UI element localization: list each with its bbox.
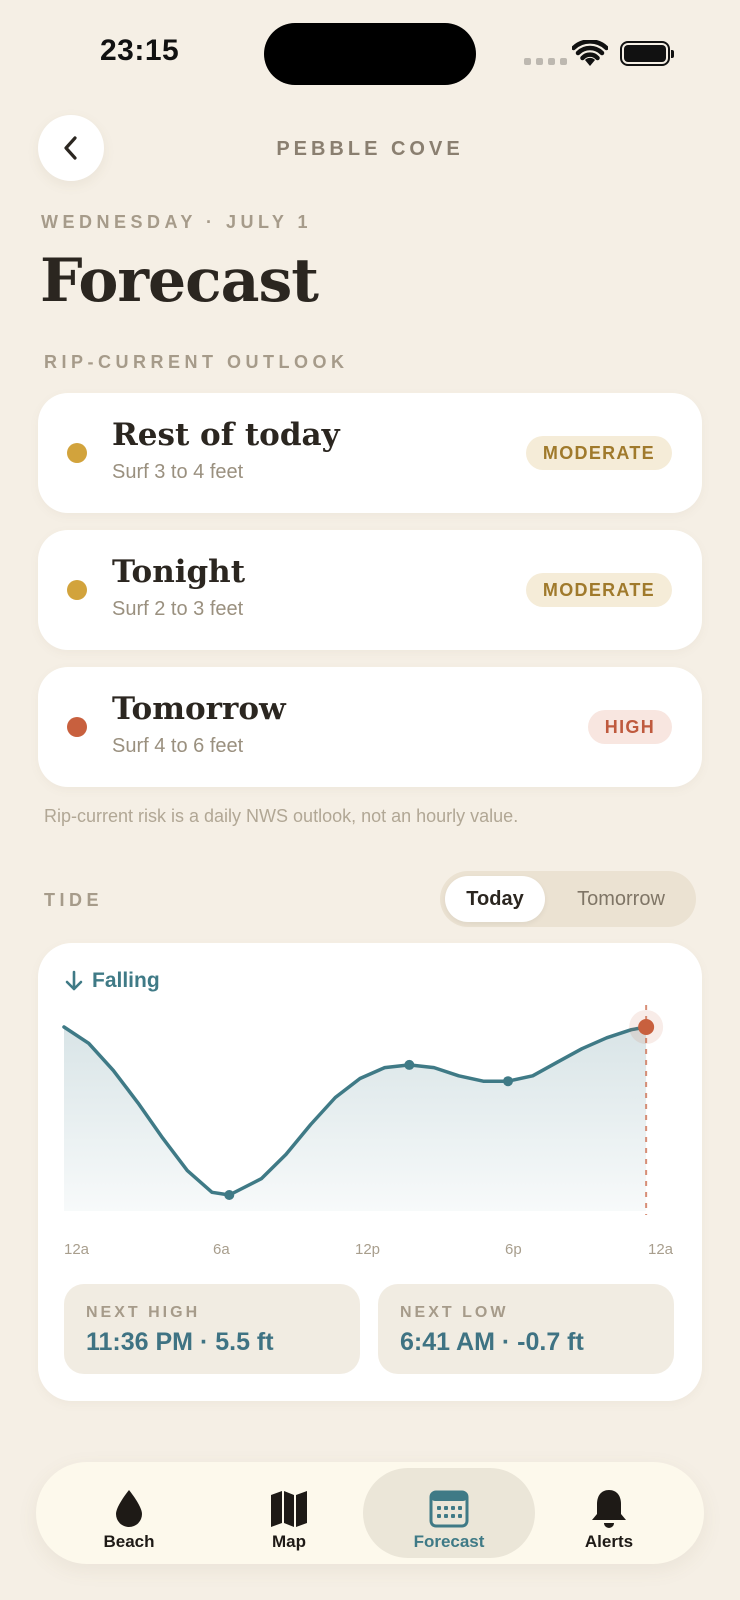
x-tick-label: 12a — [64, 1241, 90, 1258]
risk-badge: MODERATE — [525, 436, 672, 470]
status-time: 23:15 — [100, 34, 180, 67]
tab-label: Beach — [103, 1532, 155, 1551]
bell-icon — [592, 1490, 626, 1528]
tab-beach[interactable]: Beach — [43, 1468, 215, 1558]
battery-icon — [620, 41, 674, 66]
outlook-card-tomorrow[interactable]: Tomorrow Surf 4 to 6 feet HIGH — [38, 667, 702, 787]
next-low-card: NEXT LOW 6:41 AM · -0.7 ft — [378, 1284, 674, 1374]
toggle-tomorrow[interactable]: Tomorrow — [550, 876, 692, 922]
outlook-surf: Surf 4 to 6 feet — [112, 735, 244, 757]
day-toggle: Today Tomorrow — [440, 871, 696, 927]
tide-low-marker — [224, 1190, 235, 1200]
outlook-section-label: RIP-CURRENT OUTLOOK — [44, 352, 349, 372]
x-tick-label: 12a — [648, 1241, 674, 1258]
risk-dot — [67, 580, 87, 600]
wifi-icon — [572, 40, 608, 66]
dynamic-island — [264, 23, 476, 85]
outlook-surf: Surf 3 to 4 feet — [112, 461, 244, 483]
water-drop-icon — [116, 1490, 142, 1527]
outlook-note: Rip-current risk is a daily NWS outlook,… — [44, 806, 519, 826]
now-marker — [638, 1019, 655, 1035]
calendar-icon — [429, 1490, 469, 1528]
map-icon — [271, 1491, 307, 1527]
outlook-card-tonight[interactable]: Tonight Surf 2 to 3 feet MODERATE — [38, 530, 702, 650]
date-label: WEDNESDAY · JULY 1 — [41, 212, 313, 232]
risk-dot — [67, 443, 87, 463]
next-low-value: 6:41 AM · -0.7 ft — [400, 1328, 584, 1356]
tab-label: Map — [272, 1532, 306, 1551]
next-low-label: NEXT LOW — [400, 1304, 509, 1321]
risk-badge: HIGH — [587, 710, 672, 744]
page-title: Forecast — [40, 246, 319, 316]
outlook-period: Tomorrow — [112, 691, 286, 727]
tide-high-marker — [404, 1059, 415, 1070]
risk-badge: MODERATE — [525, 573, 672, 607]
toggle-today[interactable]: Today — [445, 876, 545, 922]
tide-low-marker — [503, 1076, 513, 1087]
tab-map[interactable]: Map — [203, 1468, 375, 1558]
x-tick-label: 12p — [355, 1241, 381, 1258]
outlook-period: Rest of today — [112, 417, 340, 453]
x-tick-label: 6p — [505, 1241, 522, 1258]
x-tick-label: 6a — [213, 1241, 230, 1258]
outlook-period: Tonight — [112, 554, 246, 590]
tide-section-label: TIDE — [44, 890, 104, 910]
tab-forecast[interactable]: Forecast — [363, 1468, 535, 1558]
next-high-label: NEXT HIGH — [86, 1304, 201, 1321]
tide-chart — [62, 1005, 664, 1215]
cellular-signal-icon — [524, 58, 567, 65]
tab-bar: Beach Map Forecast Alerts — [36, 1462, 704, 1564]
tab-alerts[interactable]: Alerts — [523, 1468, 695, 1558]
tab-label: Forecast — [413, 1532, 485, 1551]
tab-label: Alerts — [584, 1532, 634, 1551]
outlook-surf: Surf 2 to 3 feet — [112, 598, 244, 620]
status-bar: 23:15 — [0, 0, 740, 110]
next-high-card: NEXT HIGH 11:36 PM · 5.5 ft — [64, 1284, 360, 1374]
tide-card: Falling 12a 6a 12p 6p 12a NEXT HIGH 11:3… — [38, 943, 702, 1401]
risk-dot — [67, 717, 87, 737]
outlook-card-rest-of-today[interactable]: Rest of today Surf 3 to 4 feet MODERATE — [38, 393, 702, 513]
location-title: PEBBLE COVE — [276, 138, 464, 160]
next-high-value: 11:36 PM · 5.5 ft — [86, 1328, 274, 1356]
